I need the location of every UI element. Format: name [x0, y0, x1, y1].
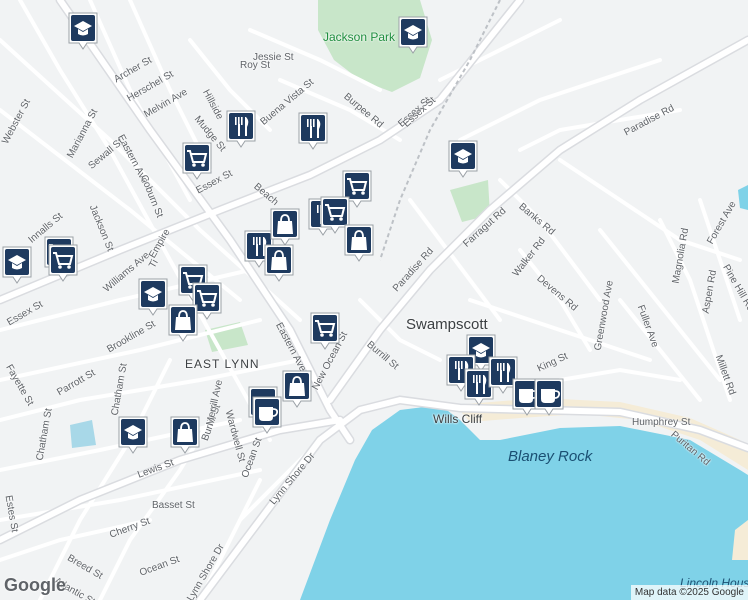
map-attribution[interactable]: Map data ©2025 Google: [630, 585, 748, 600]
grocery-marker[interactable]: [46, 242, 80, 284]
shopping-icon: [344, 224, 374, 262]
label-blaney-rock: Blaney Rock: [508, 448, 593, 465]
shopping-marker[interactable]: [342, 222, 376, 264]
school-marker[interactable]: [0, 244, 34, 286]
shopping-marker[interactable]: [280, 368, 314, 410]
grocery-icon: [310, 312, 340, 350]
school-icon: [138, 278, 168, 316]
school-marker[interactable]: [396, 14, 430, 56]
shopping-icon: [168, 304, 198, 342]
label-wills-cliff: Wills Cliff: [433, 412, 483, 426]
school-icon: [398, 16, 428, 54]
grocery-icon: [182, 142, 212, 180]
restaurant-marker[interactable]: [296, 110, 330, 152]
school-marker[interactable]: [66, 10, 100, 52]
restaurant-marker[interactable]: [224, 108, 258, 150]
shopping-icon: [264, 244, 294, 282]
map-base: [0, 0, 748, 600]
grocery-marker[interactable]: [180, 140, 214, 182]
school-marker[interactable]: [116, 414, 150, 456]
google-logo: Google: [4, 575, 66, 595]
shopping-marker[interactable]: [168, 414, 202, 456]
cafe-marker[interactable]: [250, 394, 284, 436]
grocery-icon: [48, 244, 78, 282]
label-swampscott: Swampscott: [406, 316, 488, 333]
school-marker[interactable]: [446, 138, 480, 180]
school-icon: [68, 12, 98, 50]
school-icon: [448, 140, 478, 178]
map-canvas[interactable]: Jackson Park Swampscott EAST LYNN Blaney Ro…: [0, 0, 748, 600]
cafe-marker[interactable]: [532, 376, 566, 418]
label-roy-st: Roy St: [240, 60, 271, 71]
cafe-icon: [534, 378, 564, 416]
label-jackson-park: Jackson Park: [323, 30, 396, 44]
label-east-lynn: EAST LYNN: [185, 357, 260, 371]
school-icon: [118, 416, 148, 454]
restaurant-icon: [298, 112, 328, 150]
shopping-icon: [170, 416, 200, 454]
park-area: [70, 420, 96, 448]
restaurant-icon: [226, 110, 256, 148]
shopping-marker[interactable]: [166, 302, 200, 344]
school-marker[interactable]: [136, 276, 170, 318]
grocery-marker[interactable]: [308, 310, 342, 352]
label-humphrey-st: Humphrey St: [632, 417, 691, 428]
shopping-icon: [282, 370, 312, 408]
shopping-marker[interactable]: [262, 242, 296, 284]
label-basset-st: Basset St: [152, 500, 195, 511]
cafe-icon: [252, 396, 282, 434]
school-icon: [2, 246, 32, 284]
